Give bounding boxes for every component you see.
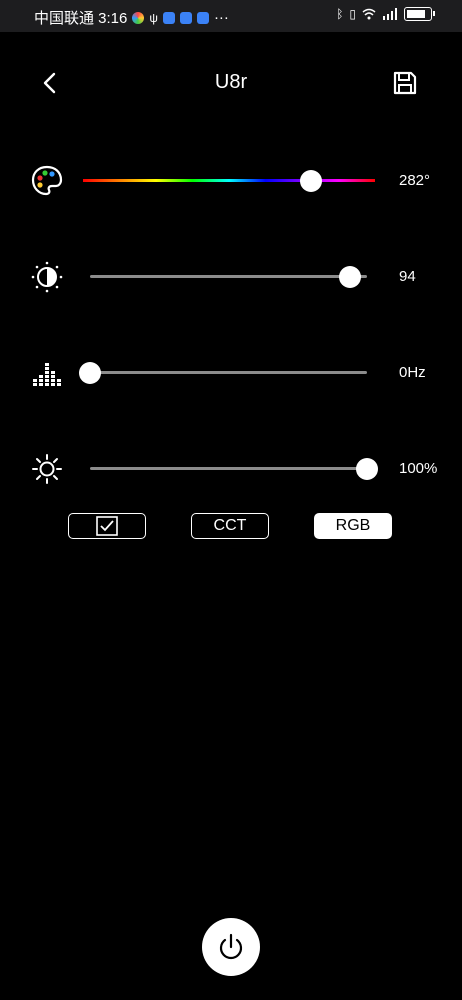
contrast-track[interactable] bbox=[90, 275, 367, 278]
contrast-icon bbox=[31, 261, 63, 293]
status-right: ᛒ ▯ bbox=[336, 7, 435, 21]
equalizer-icon bbox=[33, 363, 61, 386]
save-icon bbox=[393, 71, 417, 95]
more-notifications: ··· bbox=[213, 9, 229, 26]
brightness-value: 100% bbox=[399, 460, 438, 477]
frequency-row: 0Hz bbox=[0, 353, 462, 393]
hue-slider-thumb[interactable] bbox=[299, 170, 322, 192]
frequency-track[interactable] bbox=[90, 371, 367, 374]
brightness-row: 100% bbox=[0, 449, 462, 489]
status-bar: 中国联通 3:16 ψ ··· ᛒ ▯ bbox=[0, 0, 462, 32]
hue-track[interactable] bbox=[83, 179, 375, 182]
cloud-notification-icon bbox=[196, 11, 209, 24]
palette-icon bbox=[31, 165, 63, 196]
contrast-slider-thumb[interactable] bbox=[339, 266, 362, 288]
cct-mode-button[interactable]: CCT bbox=[191, 513, 269, 539]
contrast-value: 94 bbox=[399, 268, 416, 285]
frequency-slider-thumb[interactable] bbox=[79, 362, 101, 384]
save-button[interactable] bbox=[391, 69, 419, 97]
power-icon bbox=[219, 933, 243, 960]
wifi-icon bbox=[362, 8, 376, 20]
brightness-track[interactable] bbox=[90, 467, 367, 470]
usb-icon: ψ bbox=[149, 10, 158, 25]
carrier-time: 中国联通 3:16 bbox=[34, 10, 128, 27]
app-notification-icon bbox=[162, 11, 175, 24]
battery-icon bbox=[404, 7, 435, 21]
bluetooth-icon: ᛒ bbox=[336, 7, 344, 21]
header: U8r bbox=[0, 55, 462, 111]
power-button[interactable] bbox=[202, 918, 260, 976]
rgb-mode-button[interactable]: RGB bbox=[314, 513, 392, 539]
frequency-value: 0Hz bbox=[399, 364, 426, 381]
hue-value: 282° bbox=[399, 172, 431, 189]
bulb-notification-icon bbox=[179, 11, 192, 24]
check-mode-button[interactable] bbox=[68, 513, 146, 539]
contrast-row: 94 bbox=[0, 257, 462, 297]
hue-row: 282° bbox=[0, 161, 462, 201]
checkbox-checked-icon bbox=[96, 516, 118, 536]
brightness-slider-thumb[interactable] bbox=[356, 458, 378, 480]
brightness-icon bbox=[32, 454, 62, 484]
color-wheel-icon bbox=[132, 11, 145, 24]
signal-icon bbox=[383, 8, 397, 20]
vibrate-icon: ▯ bbox=[349, 7, 356, 21]
status-left: 中国联通 3:16 ψ ··· bbox=[34, 7, 229, 28]
